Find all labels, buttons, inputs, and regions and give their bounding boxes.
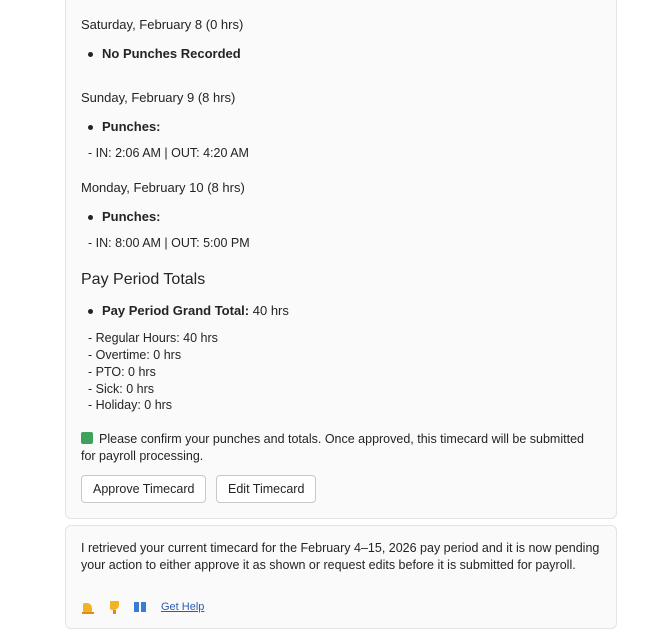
day-heading-monday: Monday, February 10 (8 hrs) (81, 180, 245, 195)
totals-sick: - Sick: 0 hrs (88, 382, 154, 396)
green-square-icon (81, 432, 93, 444)
summary-text: I retrieved your current timecard for th… (81, 541, 600, 572)
day-bullet-sunday: Punches: (88, 119, 161, 134)
pay-period-totals-title: Pay Period Totals (81, 271, 206, 288)
confirm-message: Please confirm your punches and totals. … (81, 431, 601, 465)
thumbs-up-icon[interactable] (81, 600, 95, 614)
punch-detail-monday: - IN: 8:00 AM | OUT: 5:00 PM (88, 236, 250, 250)
thumbs-down-icon[interactable] (107, 600, 121, 614)
punch-detail-sunday: - IN: 2:06 AM | OUT: 4:20 AM (88, 146, 249, 160)
feedback-row: Get Help (81, 600, 204, 614)
grand-total-bullet: Pay Period Grand Total: 40 hrs (88, 303, 289, 318)
day-heading-saturday: Saturday, February 8 (0 hrs) (81, 17, 244, 32)
get-help-link[interactable]: Get Help (161, 601, 204, 613)
totals-regular: - Regular Hours: 40 hrs (88, 331, 218, 345)
totals-pto: - PTO: 0 hrs (88, 365, 156, 379)
day-bullet-monday: Punches: (88, 209, 161, 224)
copy-icon[interactable] (133, 600, 147, 614)
edit-timecard-button[interactable]: Edit Timecard (216, 475, 317, 503)
summary-card: I retrieved your current timecard for th… (65, 525, 617, 629)
approve-timecard-button[interactable]: Approve Timecard (81, 475, 207, 503)
day-bullet-saturday: No Punches Recorded (88, 46, 241, 61)
totals-holiday: - Holiday: 0 hrs (88, 398, 173, 412)
confirm-text: Please confirm your punches and totals. … (81, 432, 584, 463)
timecard-card: Saturday, February 8 (0 hrs) No Punches … (65, 0, 617, 519)
day-heading-sunday: Sunday, February 9 (8 hrs) (81, 90, 236, 105)
totals-overtime: - Overtime: 0 hrs (88, 348, 182, 362)
grand-total-label: Pay Period Grand Total: (102, 303, 250, 318)
grand-total-value: 40 hrs (252, 303, 289, 318)
